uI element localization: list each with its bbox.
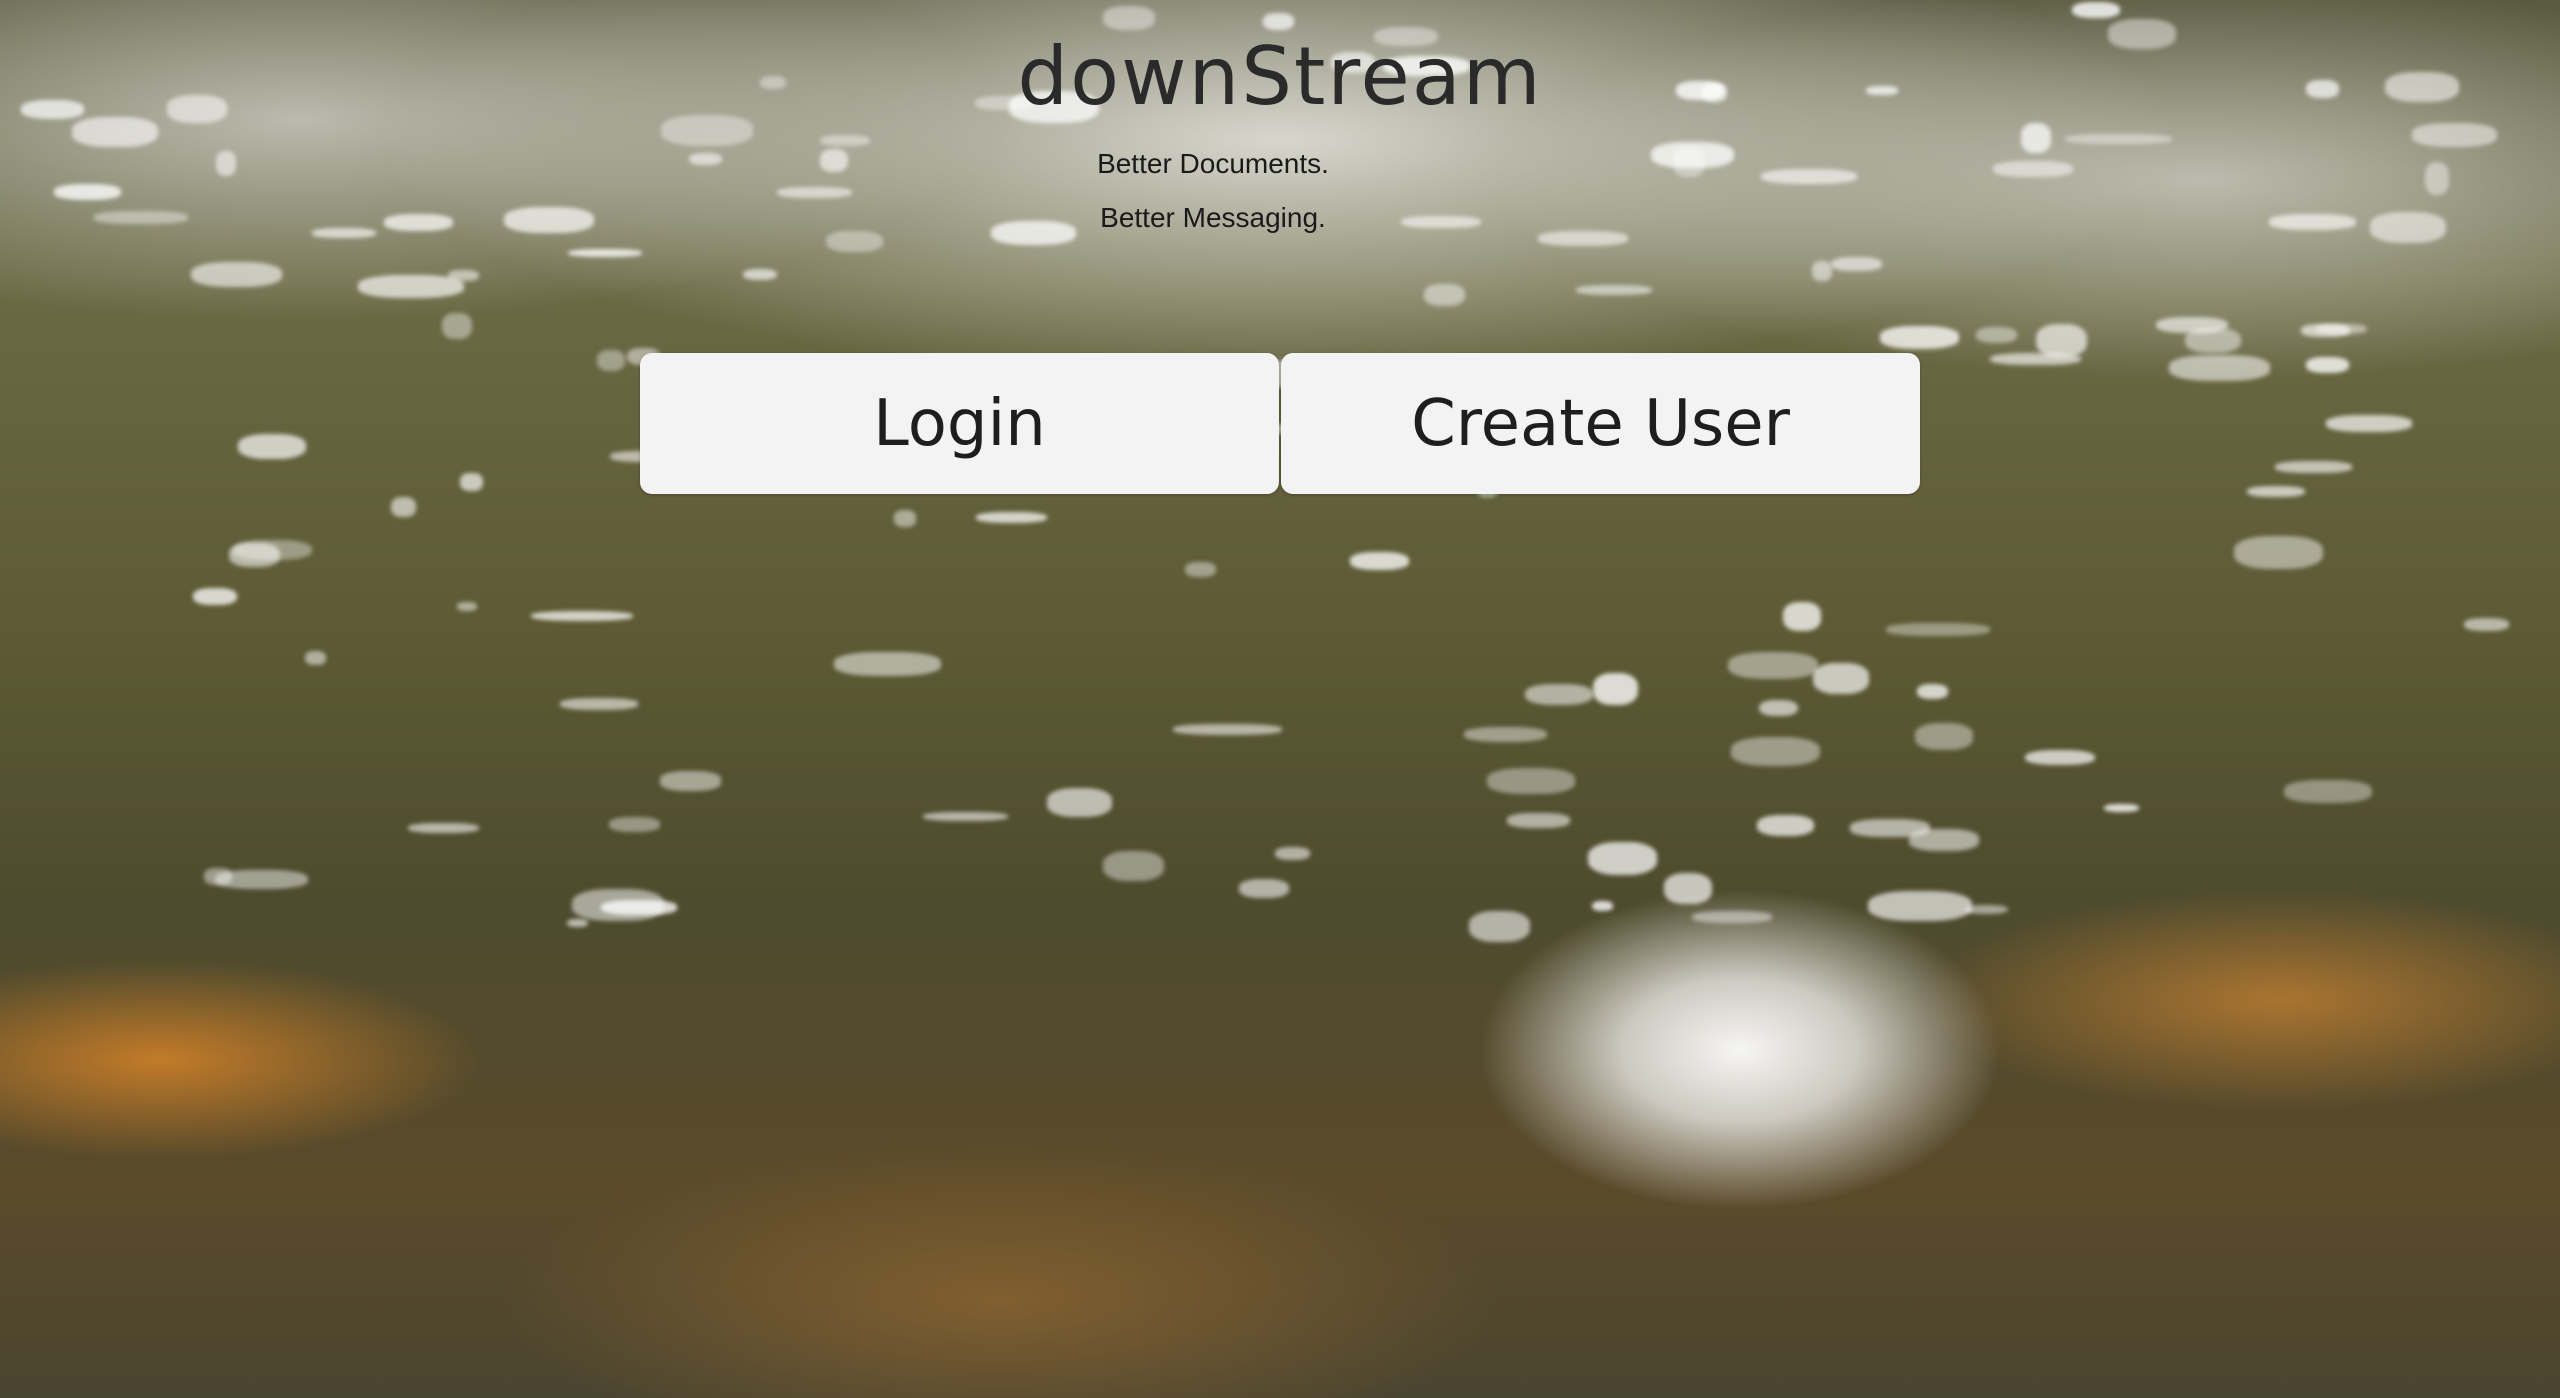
- app-logo-title: downStream: [1017, 30, 1543, 123]
- tagline-documents: Better Documents.: [1097, 148, 1329, 179]
- auth-button-group: Login Create User: [640, 353, 1920, 494]
- login-button[interactable]: Login: [640, 353, 1279, 494]
- tagline-messaging: Better Messaging.: [1100, 202, 1326, 233]
- create-user-button[interactable]: Create User: [1281, 353, 1920, 494]
- landing-page: downStream Better Documents. Better Mess…: [0, 0, 2560, 1398]
